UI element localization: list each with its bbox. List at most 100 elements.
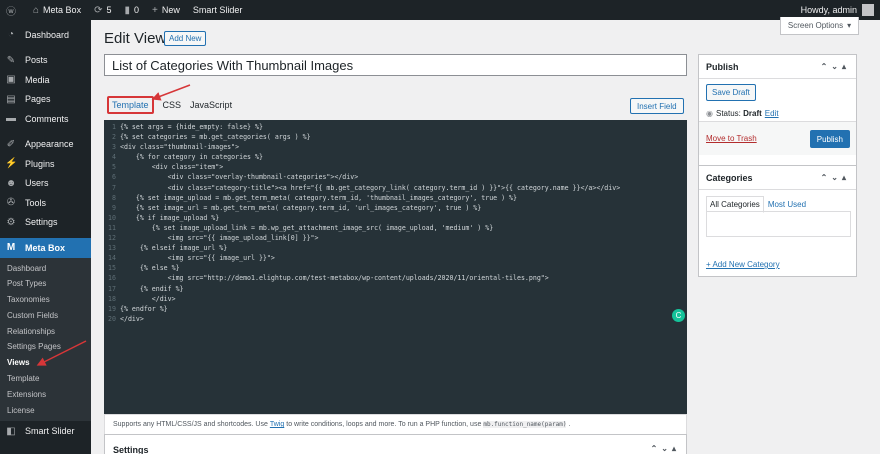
code-text: <div class="category-title"><a href="{{ … [120,183,621,192]
sidebar-item-media[interactable]: ▣ Media [0,70,91,90]
status-value: Draft [743,109,762,118]
code-line: 3 <div class="thumbnail-images"> [104,142,687,152]
line-number: 6 [112,173,116,182]
sidebar-item-plugins[interactable]: ⚡ Plugins [0,154,91,174]
line-number: 10 [108,213,116,222]
add-new-category-link[interactable]: + Add New Category [706,260,780,269]
box-controls[interactable]: ⌃⌄▴ [821,173,850,182]
code-line: 13 {% elseif image_url %} [104,243,687,253]
sidebar-item-smart-slider[interactable]: ◧ Smart Slider [0,421,91,441]
submenu-dashboard[interactable]: Dashboard [0,261,91,277]
box-controls[interactable]: ⌃⌄▴ [821,62,850,71]
code-line: 20 </div> [104,314,687,324]
status-line: ◉ Status: Draft Edit [706,109,779,118]
submenu-views[interactable]: Views [0,355,91,371]
sidebar-item-settings[interactable]: ⚙ Settings [0,213,91,233]
editor-help-text: Supports any HTML/CSS/JS and shortcodes.… [104,414,687,435]
line-number: 15 [108,264,116,273]
sidebar-item-users[interactable]: ☻ Users [0,174,91,194]
move-to-trash-link[interactable]: Move to Trash [706,134,757,143]
publish-box-header: Publish ⌃⌄▴ [699,55,856,79]
submenu-settings-pages[interactable]: Settings Pages [0,339,91,355]
wp-logo[interactable]: ⓦ [6,3,20,18]
sidebar-item-appearance[interactable]: ✐ Appearance [0,135,91,155]
plugin-icon: ⚡ [5,158,18,170]
add-new-button[interactable]: Add New [164,31,207,46]
insert-field-button[interactable]: Insert Field [630,98,684,114]
function-code: mb.function_name(param) [483,421,567,428]
new-content-link[interactable]: + New [152,5,180,16]
view-title-input[interactable]: List of Categories With Thumbnail Images [104,54,687,76]
my-account[interactable]: Howdy, admin [801,4,874,16]
line-number: 20 [108,314,116,323]
sidebar-item-comments[interactable]: ▬ Comments [0,109,91,129]
save-draft-button[interactable]: Save Draft [706,84,756,101]
code-text: <div class="overlay-thumbnail-categories… [120,173,359,182]
line-number: 19 [108,304,116,313]
code-line: 19 {% endfor %} [104,304,687,314]
sidebar-item-pages[interactable]: ▤ Pages [0,90,91,110]
line-number: 18 [108,294,116,303]
line-number: 7 [112,183,116,192]
submenu-extensions[interactable]: Extensions [0,387,91,403]
brush-icon: ✐ [6,138,16,150]
media-icon: ▣ [6,74,16,86]
pin-icon: ◉ [706,109,713,118]
tab-javascript[interactable]: JavaScript [190,100,232,110]
tab-template[interactable]: Template [107,96,154,114]
code-text: {% set categories = mb.get_categories( a… [120,133,311,142]
submenu-taxonomies[interactable]: Taxonomies [0,292,91,308]
code-line: 1 {% set args = {hide_empty: false} %} [104,122,687,132]
sidebar-item-tools[interactable]: ✇ Tools [0,193,91,213]
settings-box: Settings ⌃⌄▴ [104,434,687,454]
line-number: 11 [108,223,116,232]
code-text: <div class="item"> [120,163,224,172]
sidebar-item-meta-box[interactable]: M Meta Box [0,238,91,258]
code-editor[interactable]: 1 {% set args = {hide_empty: false} %} 2 {%… [104,120,687,414]
line-number: 13 [108,244,116,253]
line-number: 9 [112,203,116,212]
code-text: {% set image_upload_link = mb.wp_get_att… [120,223,494,232]
code-line: 8 {% set image_upload = mb.get_term_meta… [104,193,687,203]
wordpress-icon: ⓦ [6,6,16,18]
tab-css[interactable]: CSS [163,100,182,110]
dashboard-icon: ◔ [7,29,15,41]
code-text: {% set image_upload = mb.get_term_meta( … [120,193,517,202]
comments-link[interactable]: ▮ 0 [124,5,139,16]
sidebar-item-posts[interactable]: ✎ Posts [0,51,91,71]
admin-sidebar: ◔ Dashboard ✎ Posts ▣ Media ▤ Pages ▬ Comment… [0,20,91,454]
editor-tabs: Template CSS JavaScript [107,96,241,114]
code-line: 15 {% else %} [104,263,687,273]
screen-options-button[interactable]: Screen Options ▾ [780,17,859,35]
code-line: 2 {% set categories = mb.get_categories( … [104,132,687,142]
admin-bar: ⓦ ⌂ Meta Box ⟳ 5 ▮ 0 + New Smart Slider Howd… [0,0,880,20]
updates-link[interactable]: ⟳ 5 [94,5,111,16]
page-icon: ▤ [6,93,16,105]
slider-icon: ◧ [6,425,16,437]
line-number: 4 [112,153,116,162]
publish-box: Publish ⌃⌄▴ Save Draft ◉ Status: Draft E… [698,54,857,176]
submenu-post-types[interactable]: Post Types [0,276,91,292]
publish-button[interactable]: Publish [809,130,850,148]
code-text: {% endif %} [120,284,184,293]
submenu-custom-fields[interactable]: Custom Fields [0,308,91,324]
code-text: {% elseif image_url %} [120,244,228,253]
smart-slider-link[interactable]: Smart Slider [193,5,243,15]
twig-link[interactable]: Twig [270,421,284,428]
settings-box-title: Settings [113,445,149,454]
site-name-link[interactable]: ⌂ Meta Box [33,5,81,16]
edit-status-link[interactable]: Edit [765,109,779,118]
box-controls[interactable]: ⌃⌄▴ [651,444,680,453]
code-line: 6 <div class="overlay-thumbnail-categori… [104,172,687,182]
meta-box-submenu: Dashboard Post Types Taxonomies Custom F… [0,257,91,422]
category-checklist[interactable] [706,211,851,237]
home-icon: ⌂ [33,4,40,16]
grammarly-icon[interactable]: C [672,309,685,322]
sidebar-item-dashboard[interactable]: ◔ Dashboard [0,25,91,45]
code-text: {% for category in categories %} [120,153,263,162]
submenu-license[interactable]: License [0,403,91,419]
line-number: 2 [112,133,116,142]
submenu-relationships[interactable]: Relationships [0,324,91,340]
submenu-template[interactable]: Template [0,371,91,387]
comment-icon: ▬ [6,113,16,125]
